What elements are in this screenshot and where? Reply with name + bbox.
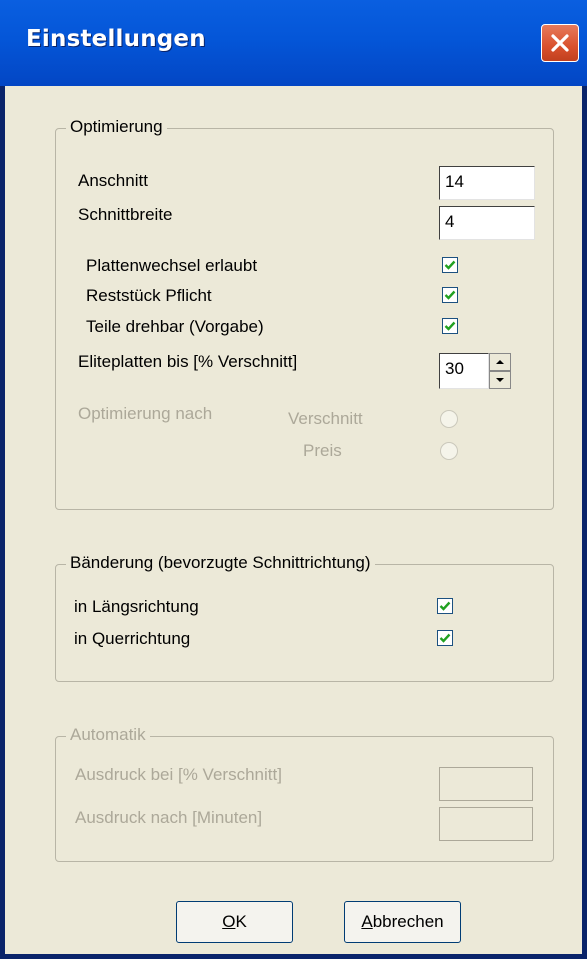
arrow-down-icon [496,378,504,382]
ausdruck-minuten-label: Ausdruck nach [Minuten] [75,808,263,827]
checkmark-icon [444,290,456,300]
ok-mnemonic: O [222,912,236,931]
preis-radio[interactable] [440,442,458,460]
laengsrichtung-checkbox[interactable] [437,598,453,614]
optimierung-nach-label: Optimierung nach [78,404,213,423]
verschnitt-option-label: Verschnitt [288,409,363,428]
reststueck-label: Reststück Pflicht [86,286,212,305]
querrichtung-label: in Querrichtung [74,629,191,648]
title-bar[interactable]: Einstellungen [0,0,587,86]
cancel-label-rest: bbrechen [372,912,444,931]
settings-dialog: Einstellungen Optimierung Anschnitt 14 S… [0,0,587,959]
close-icon [551,34,569,52]
ok-button[interactable]: OK [176,901,293,943]
window-title: Einstellungen [26,26,206,52]
plattenwechsel-checkbox[interactable] [442,257,458,273]
eliteplatten-input[interactable]: 30 [439,353,489,389]
preis-option-label: Preis [303,441,342,460]
laengsrichtung-label: in Längsrichtung [74,597,199,616]
checkmark-icon [439,601,451,611]
ausdruck-verschnitt-label: Ausdruck bei [% Verschnitt] [75,765,282,784]
checkmark-icon [444,321,456,331]
arrow-up-icon [496,360,504,364]
reststueck-checkbox[interactable] [442,287,458,303]
optimierung-legend: Optimierung [66,117,167,137]
checkmark-icon [439,633,451,643]
cancel-mnemonic: A [361,912,373,931]
querrichtung-checkbox[interactable] [437,630,453,646]
close-button[interactable] [541,24,579,62]
ok-label-rest: K [235,912,247,931]
spin-down-button[interactable] [489,371,511,389]
anschnitt-label: Anschnitt [78,171,148,190]
verschnitt-radio[interactable] [440,410,458,428]
ausdruck-verschnitt-input[interactable] [439,767,533,801]
drehbar-checkbox[interactable] [442,318,458,334]
schnittbreite-input[interactable]: 4 [439,206,535,240]
baenderung-group: Bänderung (bevorzugte Schnittrichtung) [55,553,554,682]
checkmark-icon [444,260,456,270]
schnittbreite-label: Schnittbreite [78,205,173,224]
spin-up-button[interactable] [489,353,511,371]
ausdruck-minuten-input[interactable] [439,807,533,841]
eliteplatten-label: Eliteplatten bis [% Verschnitt] [78,352,298,371]
baenderung-legend: Bänderung (bevorzugte Schnittrichtung) [66,553,375,573]
dialog-body: Optimierung Anschnitt 14 Schnittbreite 4… [5,86,582,954]
automatik-legend: Automatik [66,725,150,745]
anschnitt-input[interactable]: 14 [439,166,535,200]
drehbar-label: Teile drehbar (Vorgabe) [86,317,264,336]
cancel-button[interactable]: Abbrechen [344,901,461,943]
plattenwechsel-label: Plattenwechsel erlaubt [86,256,258,275]
